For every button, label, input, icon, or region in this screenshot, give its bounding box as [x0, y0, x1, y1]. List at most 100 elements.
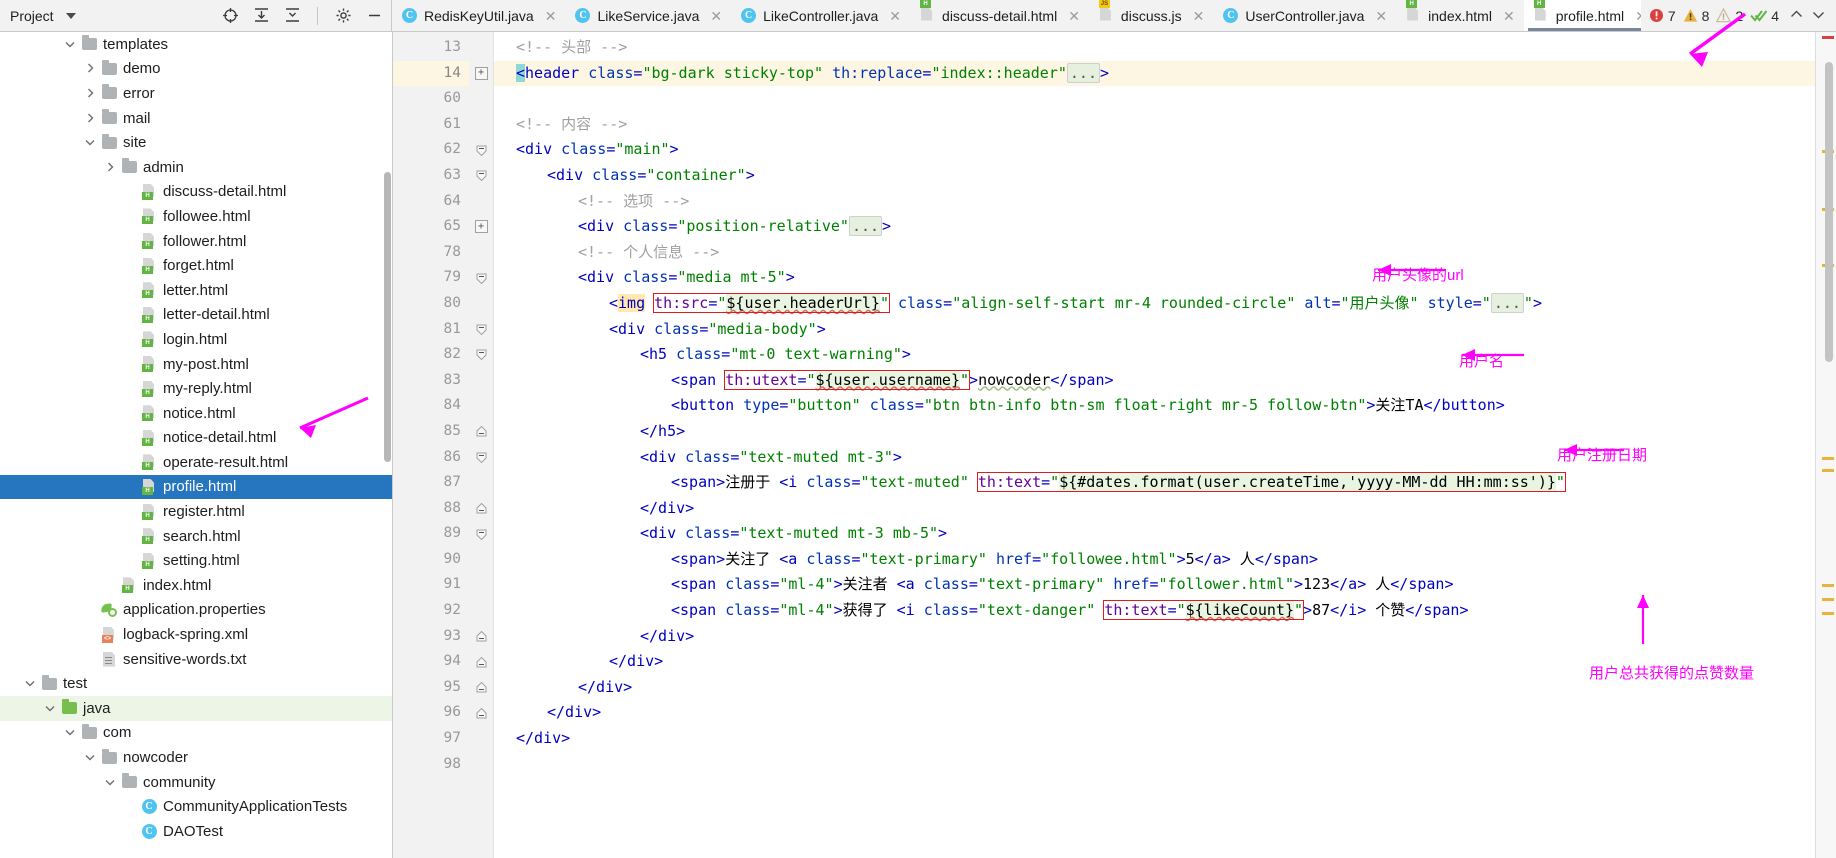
- marker-warning[interactable]: [1822, 457, 1834, 460]
- tree-item[interactable]: java: [0, 696, 392, 721]
- code-line[interactable]: [494, 752, 1815, 778]
- fold-marker[interactable]: [469, 342, 493, 368]
- tree-item[interactable]: error: [0, 81, 392, 106]
- editor-tab[interactable]: Hprofile.html ✕: [1523, 0, 1641, 31]
- code-line[interactable]: <div class="media mt-5">: [494, 265, 1815, 291]
- code-line[interactable]: <span class="ml-4">获得了 <i class="text-da…: [494, 598, 1815, 624]
- close-icon[interactable]: ✕: [889, 9, 901, 23]
- settings-gear-icon[interactable]: [334, 7, 352, 25]
- code-line[interactable]: <h5 class="mt-0 text-warning">: [494, 342, 1815, 368]
- code-line[interactable]: </div>: [494, 624, 1815, 650]
- fold-marker[interactable]: [469, 393, 493, 419]
- tree-item[interactable]: C DAOTest: [0, 819, 392, 844]
- code-line[interactable]: </div>: [494, 649, 1815, 675]
- code-line[interactable]: </div>: [494, 700, 1815, 726]
- code-line[interactable]: <!-- 个人信息 -->: [494, 240, 1815, 266]
- code-line[interactable]: <button type="button" class="btn btn-inf…: [494, 393, 1815, 419]
- fold-marker[interactable]: [469, 86, 493, 112]
- chevron-down-icon[interactable]: [44, 702, 57, 715]
- weak-warning-count-badge[interactable]: 2: [1716, 8, 1743, 24]
- code-line[interactable]: <div class="container">: [494, 163, 1815, 189]
- chevron-right-icon[interactable]: [84, 112, 97, 125]
- tree-item[interactable]: Hprofile.html: [0, 474, 392, 500]
- chevron-down-icon[interactable]: [84, 136, 97, 149]
- tree-item[interactable]: demo: [0, 57, 392, 82]
- code-line[interactable]: <header class="bg-dark sticky-top" th:re…: [494, 60, 1815, 87]
- fold-collapse-icon[interactable]: [476, 324, 487, 335]
- code-line[interactable]: <!-- 选项 -->: [494, 189, 1815, 215]
- fold-marker[interactable]: [469, 368, 493, 394]
- tree-item[interactable]: Hfollowee.html: [0, 204, 392, 229]
- fold-marker[interactable]: [469, 137, 493, 163]
- fold-marker[interactable]: +: [469, 214, 493, 240]
- check-count-badge[interactable]: 4: [1750, 8, 1779, 24]
- chevron-down-icon[interactable]: [24, 677, 37, 690]
- fold-collapse-icon[interactable]: [476, 529, 487, 540]
- fold-marker[interactable]: [469, 675, 493, 701]
- code-line[interactable]: <span th:utext="${user.username}">nowcod…: [494, 368, 1815, 394]
- marker-warning[interactable]: [1822, 598, 1834, 601]
- code-text-area[interactable]: 用户头像的url 用户名 用户注册日期 用户总共获得的点赞数量 <!-- 头部 -->…: [494, 32, 1815, 858]
- tree-item[interactable]: Hnotice.html: [0, 401, 392, 426]
- code-line[interactable]: [494, 86, 1815, 112]
- fold-collapse-icon[interactable]: [476, 273, 487, 284]
- fold-marker[interactable]: [469, 265, 493, 291]
- fold-marker[interactable]: [469, 291, 493, 317]
- editor-tab[interactable]: Hdiscuss-detail.html ✕: [910, 0, 1089, 31]
- fold-marker[interactable]: [469, 598, 493, 624]
- tree-item[interactable]: site: [0, 130, 392, 155]
- tree-item[interactable]: templates: [0, 32, 392, 57]
- close-icon[interactable]: ✕: [1068, 9, 1080, 23]
- tree-item[interactable]: test: [0, 671, 392, 696]
- marker-warning[interactable]: [1822, 469, 1834, 472]
- tree-item[interactable]: Hletter-detail.html: [0, 303, 392, 328]
- code-editor[interactable]: 13 14 60 61 62 63 64 65 78 79 80 81 82 83 84 85 86 87 88 89…: [393, 32, 1836, 858]
- fold-expand-icon[interactable]: +: [474, 220, 488, 234]
- fold-collapse-icon[interactable]: [476, 630, 487, 642]
- code-line[interactable]: <span>关注了 <a class="text-primary" href="…: [494, 547, 1815, 573]
- project-tree[interactable]: templates demo error mail site admin Hdiscuss-…: [0, 32, 393, 858]
- fold-expand-icon[interactable]: +: [474, 66, 488, 80]
- tree-item[interactable]: Hoperate-result.html: [0, 450, 392, 475]
- fold-collapse-icon[interactable]: [476, 426, 487, 437]
- tree-item[interactable]: sensitive-words.txt: [0, 647, 392, 672]
- code-line[interactable]: <!-- 内容 -->: [494, 112, 1815, 138]
- tree-item[interactable]: Hindex.html: [0, 573, 392, 598]
- tree-item[interactable]: Hnotice-detail.html: [0, 426, 392, 451]
- fold-marker[interactable]: [469, 112, 493, 138]
- editor-tab[interactable]: JS discuss.js ✕: [1089, 0, 1213, 31]
- code-folding-gutter[interactable]: + +: [469, 32, 494, 858]
- editor-tab[interactable]: C LikeController.java ✕: [731, 0, 910, 31]
- tree-scrollbar[interactable]: [384, 172, 391, 462]
- chevron-down-icon[interactable]: [65, 12, 76, 19]
- code-line[interactable]: <span class="ml-4">关注者 <a class="text-pr…: [494, 572, 1815, 598]
- tree-item[interactable]: nowcoder: [0, 745, 392, 770]
- fold-marker[interactable]: [469, 726, 493, 752]
- fold-collapse-icon[interactable]: [476, 145, 487, 156]
- code-line[interactable]: <div class="position-relative"... >: [494, 214, 1815, 240]
- fold-marker[interactable]: [469, 649, 493, 675]
- tree-item[interactable]: community: [0, 770, 392, 795]
- editor-tab[interactable]: C RedisKeyUtil.java ✕: [392, 0, 565, 31]
- tree-item[interactable]: Hforget.html: [0, 253, 392, 278]
- fold-marker[interactable]: [469, 240, 493, 266]
- next-problem-button[interactable]: [1811, 7, 1826, 25]
- prev-problem-button[interactable]: [1789, 7, 1804, 25]
- error-stripe-markers[interactable]: [1815, 32, 1836, 858]
- close-icon[interactable]: ✕: [545, 9, 557, 23]
- fold-marker[interactable]: [469, 521, 493, 547]
- fold-collapse-icon[interactable]: [476, 170, 487, 182]
- tree-item[interactable]: Hlogin.html: [0, 327, 392, 352]
- fold-collapse-icon[interactable]: [476, 656, 487, 668]
- fold-collapse-icon[interactable]: [476, 682, 487, 693]
- close-icon[interactable]: ✕: [1635, 9, 1641, 23]
- tree-item[interactable]: Hsearch.html: [0, 524, 392, 549]
- close-icon[interactable]: ✕: [1193, 9, 1205, 23]
- tree-item[interactable]: Hregister.html: [0, 499, 392, 524]
- fold-collapse-icon[interactable]: [476, 707, 487, 719]
- chevron-right-icon[interactable]: [84, 87, 97, 100]
- fold-marker[interactable]: +: [469, 61, 493, 87]
- code-line[interactable]: <div class="text-muted mt-3">: [494, 445, 1815, 471]
- fold-marker[interactable]: [469, 317, 493, 343]
- close-icon[interactable]: ✕: [1375, 9, 1387, 23]
